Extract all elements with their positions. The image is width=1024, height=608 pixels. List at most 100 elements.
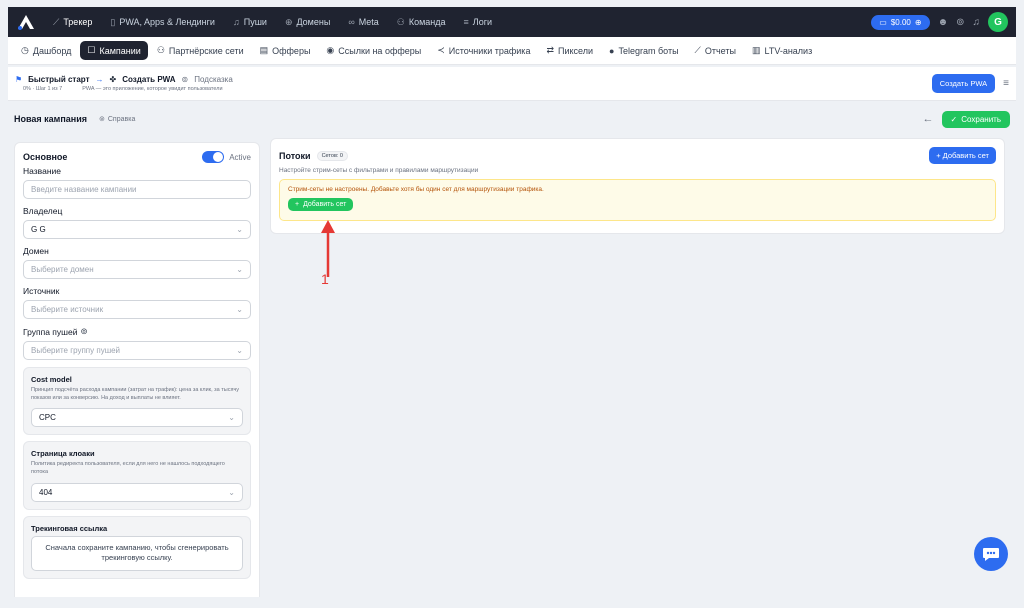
sub-nav: ◷ Дашборд ☐ Кампании ⚇ Партнёрские сети ▤ Оффер…: [8, 37, 1016, 65]
sub-nav-item-9[interactable]: ▥ LTV-анализ: [745, 41, 819, 60]
streams-panel: Потоки Сетов: 0 + Добавить сет Настройте…: [270, 138, 1005, 234]
check-icon: ✓: [950, 114, 958, 124]
campaign-name-input[interactable]: Введите название кампании: [23, 180, 251, 199]
top-nav-item-5[interactable]: ⚇ Команда: [390, 13, 453, 32]
logo[interactable]: [16, 12, 36, 32]
campaign-header: Новая кампания ⊚ Справка ← ✓ Сохранить: [8, 105, 1016, 133]
menu-icon[interactable]: ≡: [1003, 78, 1009, 89]
swap-icon: ⇄: [546, 45, 554, 55]
edit-icon: ☐: [87, 45, 96, 55]
help-icon: ⊚: [99, 116, 105, 123]
sub-nav-item-6[interactable]: ⇄ Пиксели: [539, 41, 600, 60]
top-nav-item-label: PWA, Apps & Лендинги: [119, 17, 215, 27]
top-nav-item-3[interactable]: ⊕ Домены: [278, 13, 337, 32]
top-nav-item-4[interactable]: ∞ Meta: [341, 13, 385, 31]
back-arrow-icon[interactable]: ←: [923, 113, 934, 125]
top-bar: ⟋ Трекер ▯ PWA, Apps & Лендинги ♫ Пуши ⊕ Домены…: [8, 7, 1016, 37]
avatar[interactable]: G: [988, 12, 1008, 32]
owner-label: Владелец: [23, 206, 63, 216]
sub-nav-item-label: Пиксели: [558, 45, 594, 56]
chevron-down-icon: ⌄: [228, 413, 235, 423]
top-nav-item-label: Команда: [408, 17, 446, 27]
sets-count-badge: Сетов: 0: [316, 150, 348, 161]
sub-nav-item-5[interactable]: ≺ Источники трафика: [430, 41, 537, 60]
cost-model-card: Cost model Принцип подсчёта расхода камп…: [23, 367, 251, 436]
add-set-button[interactable]: + Добавить сет: [929, 147, 996, 164]
add-set-inline-label: Добавить сет: [303, 201, 347, 208]
bell-icon[interactable]: ♫: [973, 17, 981, 28]
cost-model-title: Cost model: [31, 375, 72, 384]
cloak-desc: Политика редиректа пользователя, если дл…: [31, 461, 225, 476]
top-nav-item-2[interactable]: ♫ Пуши: [226, 13, 274, 31]
device-icon: ▯: [110, 16, 116, 27]
push-group-label-text: Группа пушей: [23, 326, 78, 337]
push-group-placeholder: Выберите группу пушей: [31, 346, 121, 355]
sub-nav-item-label: Дашборд: [32, 45, 72, 56]
top-nav-item-label: Домены: [296, 17, 331, 27]
save-button[interactable]: ✓ Сохранить: [941, 110, 1010, 128]
section-title: Основное: [23, 152, 68, 162]
toggle-label: Active: [229, 152, 251, 162]
team-icon: ⚇: [396, 16, 405, 27]
campaign-form-panel: Основное Active Название Введите названи…: [14, 142, 260, 597]
top-right-controls: ▭ $0.00 ⊕ ☻ ⊚ ♫ G: [871, 12, 1008, 32]
source-select[interactable]: Выберите источник ⌄: [23, 300, 251, 319]
tracking-note: Сначала сохраните кампанию, чтобы сгенер…: [31, 535, 243, 571]
owner-value: G G: [31, 225, 46, 234]
clock-icon: ◷: [21, 45, 29, 55]
sub-nav-item-3[interactable]: ▤ Офферы: [253, 41, 318, 60]
annotation-number: 1: [321, 271, 329, 287]
cloak-select[interactable]: 404 ⌄: [31, 482, 243, 502]
sub-nav-item-2[interactable]: ⚇ Партнёрские сети: [150, 41, 251, 60]
top-nav-item-0[interactable]: ⟋ Трекер: [46, 13, 99, 32]
help-link[interactable]: ⊚ Справка: [99, 115, 135, 124]
quick-desc: PWA — это приложение, которое увидит пол…: [82, 86, 223, 92]
chat-button[interactable]: [974, 537, 1008, 571]
save-label: Сохранить: [961, 114, 1001, 124]
push-group-select[interactable]: Выберите группу пушей ⌄: [23, 341, 251, 360]
hint-link[interactable]: Подсказка: [194, 75, 233, 84]
chevron-down-icon: ⌄: [236, 265, 243, 274]
sub-nav-item-7[interactable]: ● Telegram боты: [602, 42, 686, 60]
create-pwa-button[interactable]: Создать PWA: [931, 74, 996, 93]
balance-badge[interactable]: ▭ $0.00 ⊕: [871, 14, 930, 30]
sub-nav-item-0[interactable]: ◷ Дашборд: [14, 41, 78, 60]
partners-icon: ⚇: [156, 45, 165, 55]
user-status-icon[interactable]: ☻: [938, 17, 949, 28]
sub-nav-item-label: Telegram боты: [618, 45, 679, 56]
quick-step-label[interactable]: Создать PWA: [122, 75, 175, 84]
owner-select[interactable]: G G ⌄: [23, 220, 251, 239]
tracking-title: Трекинговая ссылка: [31, 523, 108, 533]
share-icon: ≺: [437, 45, 445, 55]
streams-subtitle: Настройте стрим-сеты с фильтрами и прави…: [279, 167, 479, 174]
add-set-inline-button[interactable]: + Добавить сет: [288, 198, 354, 211]
android-icon: ✤: [109, 75, 117, 84]
top-nav-item-1[interactable]: ▯ PWA, Apps & Лендинги: [103, 13, 222, 32]
cost-model-select[interactable]: CPC ⌄: [31, 408, 243, 428]
chart-line-icon: ⟋: [53, 16, 60, 27]
sub-nav-item-label: Источники трафика: [448, 45, 531, 56]
quick-progress: 0% · Шаг 1 из 7: [23, 86, 63, 92]
domain-select[interactable]: Выберите домен ⌄: [23, 260, 251, 279]
toggle-switch[interactable]: [202, 151, 225, 163]
warning-text: Стрим-сеты не настроены. Добавьте хотя б…: [288, 186, 544, 193]
page-title: Новая кампания: [14, 114, 87, 124]
domain-label: Домен: [23, 246, 49, 256]
sub-nav-item-1[interactable]: ☐ Кампании: [80, 41, 148, 60]
infinity-icon: ∞: [348, 17, 355, 27]
streams-title: Потоки: [279, 150, 311, 161]
sub-nav-item-label: Кампании: [99, 45, 141, 56]
chevron-down-icon: ⌄: [236, 225, 243, 234]
plus-icon: +: [295, 201, 300, 208]
sub-nav-item-4[interactable]: ◉ Ссылки на офферы: [319, 41, 428, 60]
active-toggle[interactable]: Active: [202, 151, 251, 163]
chevron-down-icon: ⌄: [236, 305, 243, 314]
help-icon[interactable]: ⊚: [956, 17, 964, 28]
sub-nav-item-8[interactable]: ⟋ Отчеты: [688, 41, 743, 60]
pin-icon: ◉: [326, 45, 335, 55]
top-nav-item-6[interactable]: ≡ Логи: [457, 13, 500, 31]
top-nav-item-label: Логи: [472, 17, 493, 27]
help-icon[interactable]: ⊚: [80, 326, 87, 337]
domain-placeholder: Выберите домен: [31, 265, 94, 274]
telegram-icon: ●: [609, 45, 615, 56]
